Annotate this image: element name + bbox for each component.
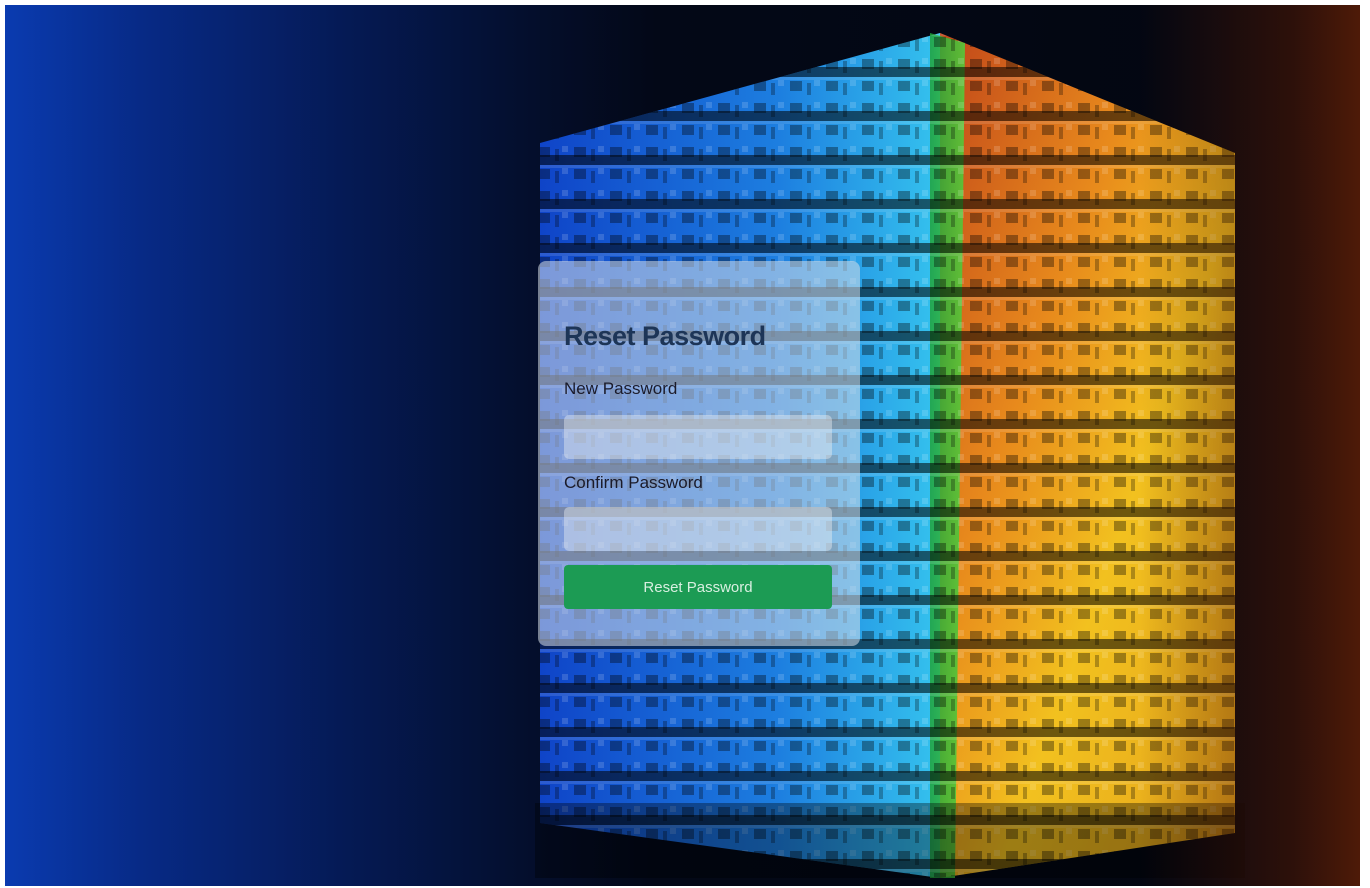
reset-password-button[interactable]: Reset Password xyxy=(564,565,832,609)
reset-password-card: Reset Password New Password Confirm Pass… xyxy=(538,261,860,646)
confirm-password-input[interactable] xyxy=(564,507,832,551)
page-title: Reset Password xyxy=(564,321,766,351)
page-background: Reset Password New Password Confirm Pass… xyxy=(5,5,1360,886)
new-password-input[interactable] xyxy=(564,415,832,459)
confirm-password-label: Confirm Password xyxy=(564,473,703,492)
new-password-label: New Password xyxy=(564,379,678,398)
